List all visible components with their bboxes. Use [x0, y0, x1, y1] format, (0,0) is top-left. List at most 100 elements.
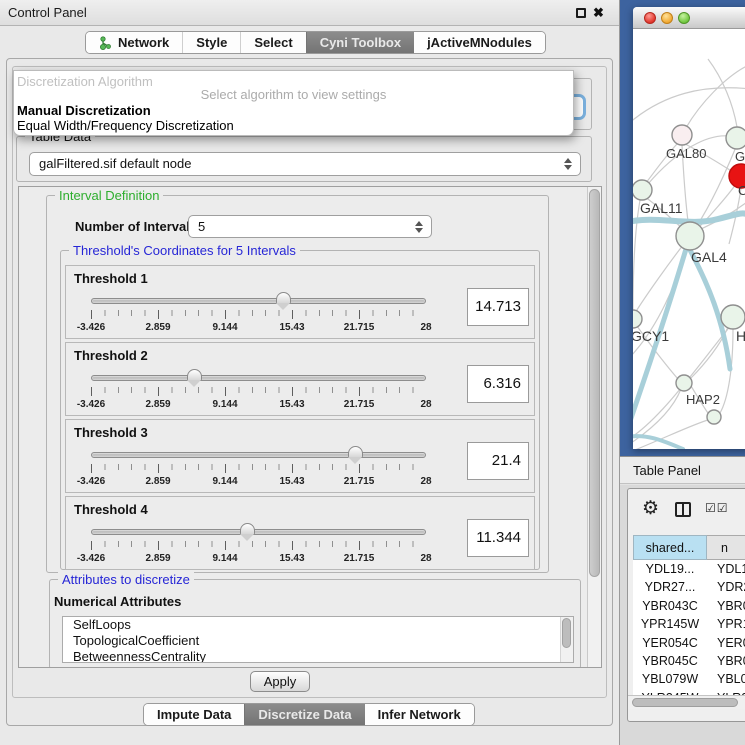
threshold-1-label: Threshold 1: [74, 271, 148, 286]
cell-name: YER0: [707, 634, 745, 652]
table-data-combobox[interactable]: galFiltered.sif default node: [29, 152, 581, 176]
table-row[interactable]: YDR27...YDR2: [633, 578, 745, 596]
slider-thumb[interactable]: [187, 369, 202, 380]
list-item[interactable]: TopologicalCoefficient: [63, 633, 573, 649]
slider-track[interactable]: [91, 452, 426, 458]
attributes-group-label: Attributes to discretize: [58, 572, 194, 587]
float-window-icon[interactable]: [576, 8, 586, 18]
node-gal11[interactable]: [633, 180, 652, 200]
list-item[interactable]: SelfLoops: [63, 617, 573, 633]
slider-ticks: [91, 464, 426, 473]
cell-shared-name: YBR043C: [633, 597, 707, 615]
scrollbar-thumb[interactable]: [632, 698, 738, 707]
tick-label: 15.43: [279, 476, 304, 487]
table-row[interactable]: YER054CYER0: [633, 634, 745, 652]
node-partial-low-right[interactable]: [721, 305, 745, 329]
table-row[interactable]: YDL19...YDL1: [633, 560, 745, 578]
threshold-3-value-field[interactable]: 21.4: [467, 442, 529, 480]
slider-track[interactable]: [91, 529, 426, 535]
settings-scrollbar[interactable]: [587, 187, 601, 667]
network-icon: [99, 36, 112, 50]
table-row[interactable]: YPR145WYPR1: [633, 615, 745, 633]
cell-shared-name: YBR045C: [633, 652, 707, 670]
tick-label: 15.43: [279, 322, 304, 333]
tick-label: 9.144: [212, 399, 237, 410]
slider-ticks: [91, 541, 426, 550]
threshold-1-value-field[interactable]: 14.713: [467, 288, 529, 326]
tick-label: 9.144: [212, 553, 237, 564]
slider-track[interactable]: [91, 375, 426, 381]
apply-button[interactable]: Apply: [250, 671, 310, 692]
tick-label: 21.715: [344, 399, 375, 410]
algorithm-option-manual[interactable]: Manual Discretization: [17, 103, 151, 118]
number-of-intervals-combobox[interactable]: 5: [188, 215, 432, 238]
table-row[interactable]: YBR045CYBR0: [633, 652, 745, 670]
threshold-4-panel: Threshold 4 -3.4262.8599.14415.4321.7152…: [65, 496, 535, 570]
settings-scroll-pane: Interval Definition Number of Intervals …: [18, 186, 602, 668]
threshold-4-value-field[interactable]: 11.344: [467, 519, 529, 557]
algorithm-popup-hint: Select algorithm to view settings: [14, 87, 573, 102]
control-panel: Control Panel ✖ Network Style Select: [0, 0, 620, 745]
close-icon[interactable]: ✖: [593, 0, 604, 25]
control-panel-title: Control Panel: [8, 0, 87, 25]
threshold-4-label: Threshold 4: [74, 502, 148, 517]
tab-network[interactable]: Network: [86, 32, 182, 53]
cell-shared-name: YPR145W: [633, 615, 707, 633]
interval-definition-group-label: Interval Definition: [55, 188, 163, 203]
tab-discretize-data[interactable]: Discretize Data: [244, 704, 364, 725]
table-panel-body: ⚙ ☑☑ shared... n YDL19...YDL1 YDR27...YD…: [620, 485, 745, 745]
table-row[interactable]: YBR043CYBR0: [633, 597, 745, 615]
columns-icon[interactable]: [675, 502, 691, 517]
minimize-traffic-light-icon[interactable]: [661, 12, 673, 24]
slider-thumb[interactable]: [348, 446, 363, 457]
node-bottom[interactable]: [707, 410, 721, 424]
tick-label: -3.426: [77, 322, 105, 333]
table-data-combobox-value: galFiltered.sif default node: [39, 153, 191, 175]
node-hap2[interactable]: [676, 375, 692, 391]
tick-label: 28: [420, 322, 431, 333]
close-traffic-light-icon[interactable]: [644, 12, 656, 24]
table-data-group: Table Data galFiltered.sif default node: [16, 136, 592, 182]
tab-infer-network-label: Infer Network: [378, 707, 461, 722]
list-item[interactable]: BetweennessCentrality: [63, 649, 573, 663]
cell-shared-name: YDR27...: [633, 578, 707, 596]
slider-thumb[interactable]: [240, 523, 255, 534]
tab-style[interactable]: Style: [182, 32, 240, 53]
thresholds-group: Threshold's Coordinates for 5 Intervals …: [60, 250, 540, 570]
threshold-2-value-field[interactable]: 6.316: [467, 365, 529, 403]
tab-infer-network[interactable]: Infer Network: [365, 704, 474, 725]
algorithm-option-equal-width[interactable]: Equal Width/Frequency Discretization: [17, 118, 234, 133]
table-row[interactable]: YBL079WYBL0: [633, 670, 745, 688]
top-tab-bar: Network Style Select Cyni Toolbox jActiv…: [85, 31, 546, 54]
slider-thumb[interactable]: [276, 292, 291, 303]
tab-jactivemnodules[interactable]: jActiveMNodules: [414, 32, 545, 53]
node-gal4[interactable]: [676, 222, 704, 250]
table-panel-titlebar: Table Panel: [620, 456, 745, 484]
node-gal80[interactable]: [672, 125, 692, 145]
list-scrollbar[interactable]: [560, 617, 573, 662]
column-header-shared-name[interactable]: shared...: [633, 535, 707, 560]
numerical-attributes-list: SelfLoops TopologicalCoefficient Between…: [62, 616, 574, 663]
network-window: GAL80 GA C GAL11 GAL4 GCY1 H HAP2: [633, 7, 745, 449]
tab-impute-data[interactable]: Impute Data: [144, 704, 244, 725]
node-partial-top-right[interactable]: [726, 127, 745, 149]
tab-cyni-toolbox[interactable]: Cyni Toolbox: [306, 32, 414, 53]
tick-label: 28: [420, 553, 431, 564]
network-canvas[interactable]: GAL80 GA C GAL11 GAL4 GCY1 H HAP2: [633, 29, 745, 449]
cell-name: YPR1: [707, 615, 745, 633]
gear-icon[interactable]: ⚙: [642, 498, 659, 520]
control-panel-titlebar: Control Panel ✖: [0, 0, 619, 26]
network-graph: GAL80 GA C GAL11 GAL4 GCY1 H HAP2: [633, 29, 745, 449]
select-columns-checkboxes-icon[interactable]: ☑☑: [705, 501, 729, 515]
node-gcy1[interactable]: [633, 310, 642, 328]
tab-select[interactable]: Select: [240, 32, 305, 53]
slider-track[interactable]: [91, 298, 426, 304]
table-horizontal-scrollbar[interactable]: [628, 695, 745, 709]
cell-shared-name: YER054C: [633, 634, 707, 652]
zoom-traffic-light-icon[interactable]: [678, 12, 690, 24]
scrollbar-thumb[interactable]: [589, 189, 600, 577]
scrollbar-thumb[interactable]: [562, 618, 571, 648]
tab-impute-data-label: Impute Data: [157, 707, 231, 722]
node-label-gal11: GAL11: [640, 200, 683, 216]
column-header-name[interactable]: n: [707, 535, 745, 560]
